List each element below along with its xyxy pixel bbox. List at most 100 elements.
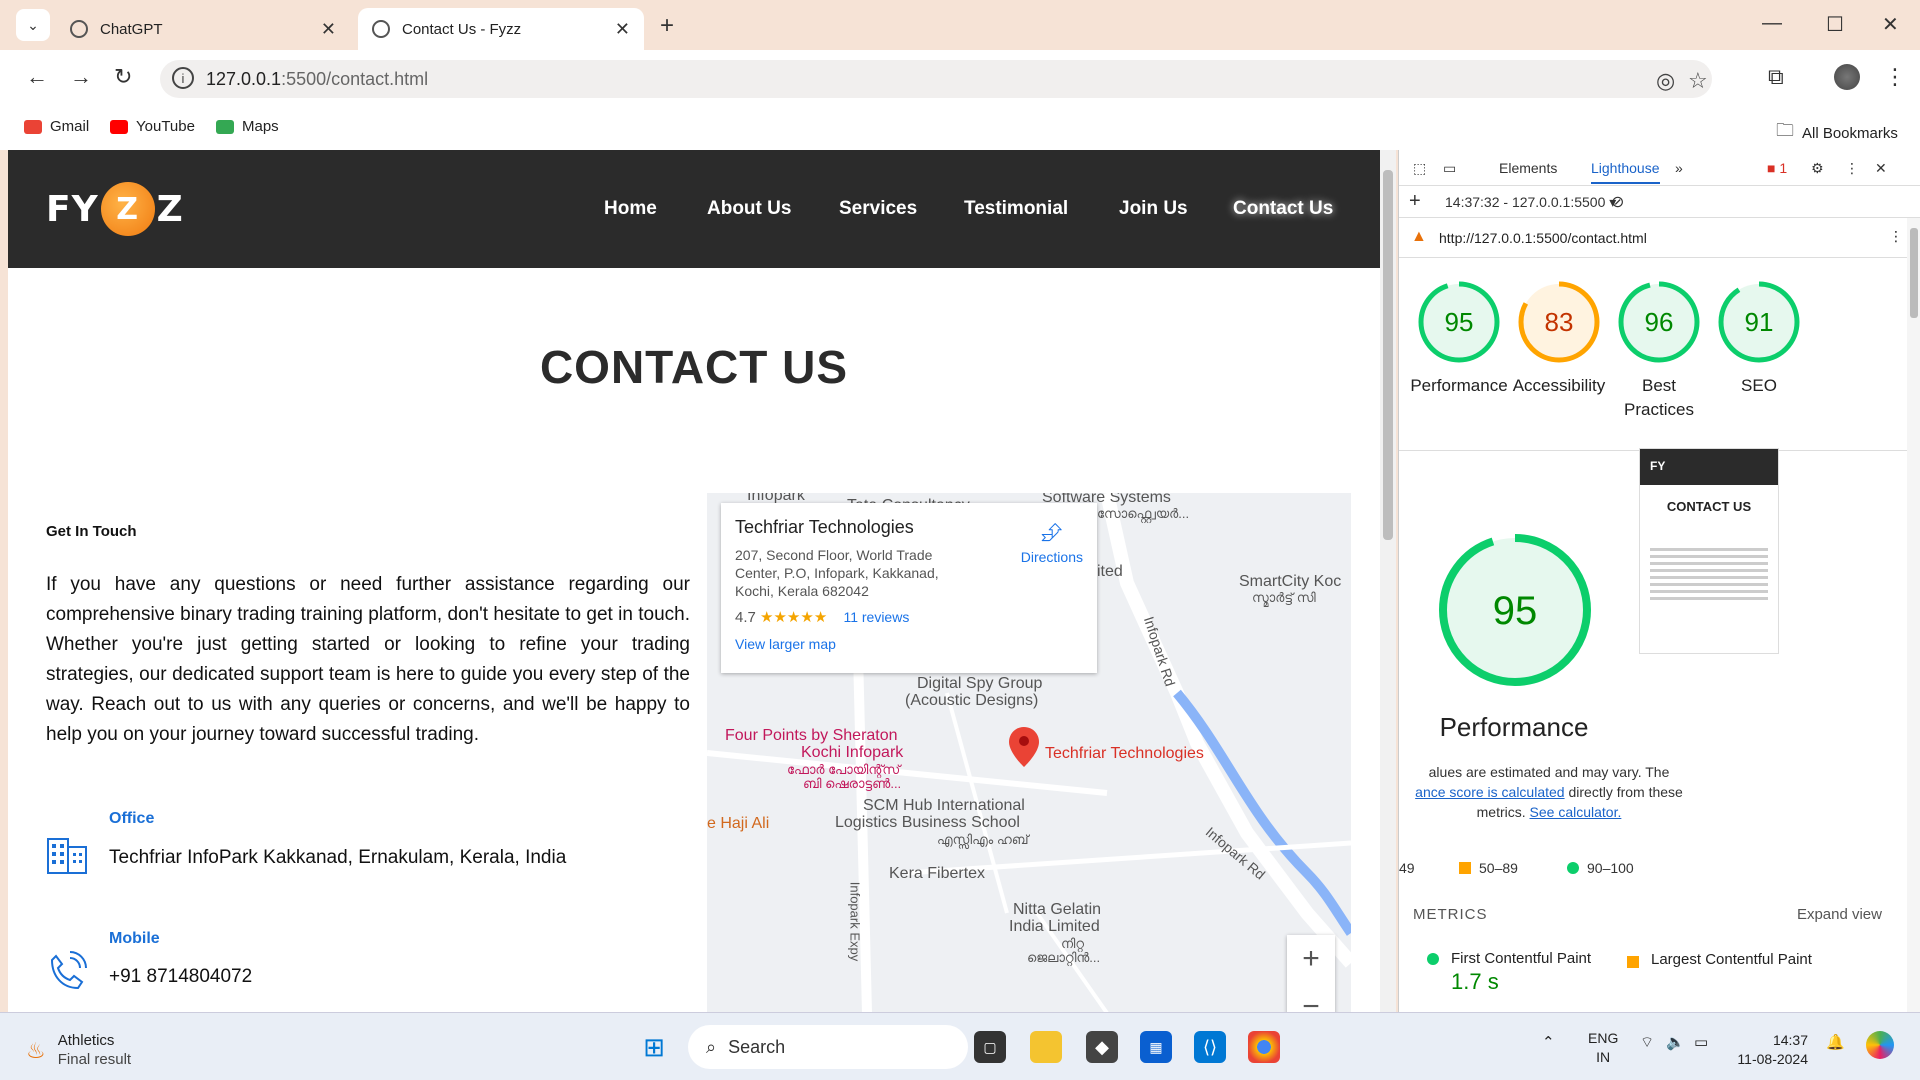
widgets-button[interactable]: ♨ Athletics Final result [26, 1031, 131, 1069]
scrollbar-thumb[interactable] [1910, 228, 1918, 318]
tab-lighthouse[interactable]: Lighthouse [1591, 160, 1660, 184]
metric-label: First Contentful Paint [1451, 950, 1592, 967]
taskbar-search[interactable]: ⌕ Search [688, 1025, 968, 1069]
store-icon[interactable]: ▦ [1140, 1031, 1172, 1063]
legend-label: 49 [1399, 860, 1415, 876]
logo-badge: Z [100, 182, 155, 236]
chevron-up-icon[interactable]: ⌃ [1542, 1033, 1555, 1051]
search-label: Search [728, 1036, 786, 1057]
gauge-value: 83 [1545, 307, 1574, 337]
close-icon[interactable]: ✕ [321, 19, 336, 40]
url-menu-icon[interactable]: ⋮ [1889, 228, 1903, 245]
tab-search-button[interactable]: ⌄ [16, 9, 50, 41]
flame-icon: ♨ [26, 1037, 46, 1063]
language-indicator[interactable]: ENG IN [1588, 1029, 1618, 1067]
new-report-icon[interactable]: + [1409, 190, 1421, 213]
wifi-icon[interactable]: ⌔ [1640, 1033, 1654, 1052]
score-gauge[interactable]: 91 SEO [1699, 280, 1819, 398]
nav-home[interactable]: Home [604, 198, 657, 220]
issues-badge[interactable]: ■ 1 [1767, 160, 1787, 176]
devtools-tab-bar: ⬚ ▭ Elements Lighthouse » ■ 1 ⚙ ⋮ ✕ [1399, 150, 1920, 186]
page-scrollbar[interactable] [1380, 150, 1396, 1012]
nav-testimonial[interactable]: Testimonial [964, 198, 1068, 220]
app-icon[interactable]: ◆ [1086, 1031, 1118, 1063]
file-explorer-icon[interactable] [1030, 1031, 1062, 1063]
map-rating: 4.7 ★★★★★ 11 reviews [735, 608, 1083, 626]
clear-icon[interactable]: ⊘ [1611, 192, 1624, 212]
chrome-icon[interactable] [1248, 1031, 1280, 1063]
extensions-icon[interactable]: ⧉ [1768, 64, 1784, 90]
report-selector[interactable]: 14:37:32 - 127.0.0.1:5500 ▾ [1445, 194, 1616, 211]
settings-gear-icon[interactable]: ⚙ [1811, 160, 1824, 177]
notification-bell-icon[interactable]: 🔔 [1826, 1033, 1845, 1051]
reload-button[interactable]: ↻ [114, 64, 132, 90]
task-view-icon[interactable]: ▢ [974, 1031, 1006, 1063]
forward-button[interactable]: → [70, 64, 92, 90]
site-info-icon[interactable]: i [172, 67, 194, 89]
mobile-value: +91 8714804072 [109, 966, 253, 987]
minimize-button[interactable]: — [1762, 12, 1782, 35]
bookmark-maps[interactable]: Maps [216, 118, 279, 135]
metric-fcp: First Contentful Paint 1.7 s [1427, 950, 1591, 995]
close-devtools-icon[interactable]: ✕ [1875, 160, 1887, 177]
back-button[interactable]: ← [26, 64, 48, 90]
bookmark-gmail[interactable]: Gmail [24, 118, 89, 135]
more-options-icon[interactable]: ⋮ [1845, 160, 1859, 177]
lang-line2: IN [1596, 1049, 1611, 1065]
reviews-link[interactable]: 11 reviews [843, 609, 909, 625]
nav-contact[interactable]: Contact Us [1233, 198, 1333, 220]
metrics-heading: METRICS [1413, 906, 1488, 923]
device-toolbar-icon[interactable]: ▭ [1443, 160, 1456, 177]
directions-button[interactable]: ⮵ Directions [1021, 517, 1083, 565]
all-bookmarks-label: All Bookmarks [1802, 124, 1898, 142]
maximize-button[interactable]: ☐ [1826, 12, 1844, 37]
battery-icon[interactable]: ▭ [1694, 1033, 1708, 1051]
tab-contact-us[interactable]: Contact Us - Fyzz ✕ [358, 8, 644, 50]
site-logo[interactable]: FY Z Z [46, 182, 184, 236]
page-screenshot-thumbnail[interactable]: FY CONTACT US [1639, 448, 1779, 654]
close-icon[interactable]: ✕ [615, 19, 630, 40]
maps-icon [216, 119, 234, 134]
folder-icon: 🗀 [1776, 120, 1794, 140]
embedded-map[interactable]: Infopark Tata Consultancy Software Syste… [707, 493, 1351, 1012]
gauge-value: 95 [1445, 307, 1474, 337]
map-label: ജെലാറ്റിൻ... [1027, 950, 1101, 965]
star-icon[interactable]: ☆ [1688, 68, 1708, 94]
performance-big-gauge: 95 [1439, 534, 1591, 686]
bookmark-youtube[interactable]: YouTube [110, 118, 195, 135]
gauge-ring: 83 [1518, 281, 1600, 363]
scrollbar-thumb[interactable] [1383, 170, 1393, 540]
vscode-icon[interactable]: ⟨⟩ [1194, 1031, 1226, 1063]
expand-view-button[interactable]: Expand view [1797, 906, 1882, 923]
menu-icon[interactable]: ⋮ [1884, 64, 1906, 90]
zoom-in-button[interactable]: + [1287, 935, 1335, 983]
issues-count: 1 [1779, 160, 1788, 176]
tab-chatgpt[interactable]: ChatGPT ✕ [56, 8, 350, 50]
view-larger-map-link[interactable]: View larger map [735, 636, 1083, 652]
windows-start-icon[interactable]: ⊞ [638, 1031, 670, 1063]
volume-icon[interactable]: 🔈 [1666, 1033, 1685, 1051]
nav-services[interactable]: Services [839, 198, 917, 220]
zoom-out-button[interactable]: − [1287, 983, 1335, 1012]
nav-about[interactable]: About Us [707, 198, 791, 220]
new-tab-button[interactable]: + [660, 12, 674, 40]
score-calculated-link[interactable]: ance score is calculated [1415, 784, 1564, 800]
eye-off-icon[interactable]: ◎ [1656, 68, 1675, 94]
nav-join[interactable]: Join Us [1119, 198, 1188, 220]
tab-elements[interactable]: Elements [1499, 160, 1557, 176]
more-tabs-icon[interactable]: » [1675, 160, 1683, 176]
system-clock[interactable]: 14:37 11-08-2024 [1736, 1031, 1808, 1069]
inspect-icon[interactable]: ⬚ [1413, 160, 1426, 177]
copilot-icon[interactable] [1866, 1031, 1894, 1059]
see-calculator-link[interactable]: See calculator. [1530, 804, 1622, 820]
devtools-scrollbar[interactable] [1907, 218, 1920, 1012]
all-bookmarks[interactable]: 🗀 All Bookmarks [1776, 118, 1898, 148]
avatar[interactable] [1834, 64, 1860, 90]
gauge-ring: 96 [1618, 281, 1700, 363]
audited-url[interactable]: http://127.0.0.1:5500/contact.html [1439, 230, 1647, 246]
bookmark-label: Gmail [50, 118, 90, 135]
address-bar[interactable]: i 127.0.0.1:5500/contact.html ◎ ☆ [160, 60, 1712, 98]
window-close-button[interactable]: ✕ [1882, 12, 1899, 37]
map-label: Techfriar Technologies [1045, 745, 1204, 762]
map-label: Logistics Business School [835, 814, 1020, 831]
